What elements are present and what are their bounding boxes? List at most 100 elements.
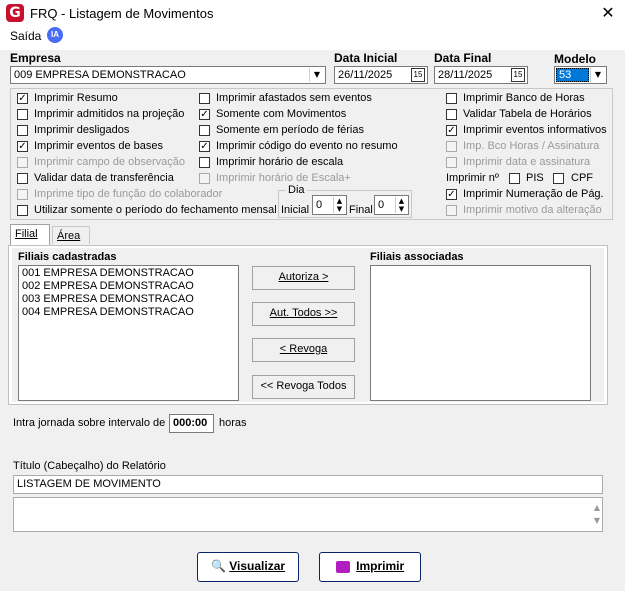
chk-imprimir-afastados[interactable] xyxy=(199,93,210,104)
lbl-cpf: CPF xyxy=(571,172,593,184)
window-title: FRQ - Listagem de Movimentos xyxy=(30,6,214,21)
chevron-down-icon[interactable]: ▼ xyxy=(309,68,324,82)
intrajornada-value: 000:00 xyxy=(173,417,208,429)
titulo-input[interactable]: LISTAGEM DE MOVIMENTO xyxy=(13,475,603,494)
filiais-cadastradas-label: Filiais cadastradas xyxy=(18,251,117,263)
ia-icon[interactable]: IA xyxy=(47,27,63,43)
search-icon: 🔍 xyxy=(210,559,226,573)
scroll-arrows-icon[interactable]: ▲ ▼ xyxy=(594,501,600,527)
chk-imprimir-banco-horas[interactable] xyxy=(446,93,457,104)
chk-validar-tabela-horarios[interactable] xyxy=(446,109,457,120)
titulo-value: LISTAGEM DE MOVIMENTO xyxy=(17,478,161,490)
dia-inicial-label: Inicial xyxy=(281,204,310,216)
chk-somente-movimentos[interactable]: ✓ xyxy=(199,109,210,120)
lbl-imprimir-codigo-evento: Imprimir código do evento no resumo xyxy=(216,140,398,152)
filiais-cadastradas-list[interactable]: 001 EMPRESA DEMONSTRACAO 002 EMPRESA DEM… xyxy=(18,265,239,401)
revoga-todos-label: << Revoga Todos xyxy=(260,380,347,392)
lbl-somente-ferias: Somente em período de férias xyxy=(216,124,364,136)
spin-arrows-icon[interactable]: ▲ ▼ xyxy=(395,197,407,213)
visualizar-button[interactable]: 🔍 Visualizar xyxy=(197,552,299,582)
data-final-field[interactable]: 28/11/2025 15 xyxy=(434,66,528,84)
chevron-down-icon[interactable]: ▼ xyxy=(590,68,605,82)
aut-todos-button[interactable]: Aut. Todos >> xyxy=(252,302,355,326)
lbl-imprimir-motivo-alteracao: Imprimir motivo da alteração xyxy=(463,204,602,216)
lbl-imprimir-afastados: Imprimir afastados sem eventos xyxy=(216,92,372,104)
chk-imprimir-desligados[interactable] xyxy=(17,125,28,136)
titulo-memo[interactable]: ▲ ▼ xyxy=(13,497,603,532)
lbl-imprimir-campo-obs: Imprimir campo de observação xyxy=(34,156,186,168)
printer-icon xyxy=(335,560,350,573)
data-final-value: 28/11/2025 xyxy=(438,69,493,81)
data-final-label: Data Final xyxy=(434,51,492,65)
chk-somente-ferias[interactable] xyxy=(199,125,210,136)
lbl-imprimir-numeracao-pag: Imprimir Numeração de Pág. xyxy=(463,188,604,200)
modelo-select[interactable]: 53 ▼ xyxy=(554,66,607,84)
list-item[interactable]: 001 EMPRESA DEMONSTRACAO xyxy=(22,267,194,279)
lbl-imprimir-horario-escala: Imprimir horário de escala xyxy=(216,156,344,168)
tab-area[interactable]: Área xyxy=(52,226,90,244)
intrajornada-label: Intra jornada sobre intervalo de xyxy=(13,417,166,429)
chk-cpf[interactable] xyxy=(553,173,564,184)
lbl-imprimir-escala-plus: Imprimir horário de Escala+ xyxy=(216,172,351,184)
dia-final-value: 0 xyxy=(378,199,385,211)
chk-imprime-tipo-funcao xyxy=(17,189,28,200)
chk-imprimir-data-assinatura xyxy=(446,157,457,168)
chk-imprimir-horario-escala[interactable] xyxy=(199,157,210,168)
chk-imprimir-numeracao-pag[interactable]: ✓ xyxy=(446,189,457,200)
chk-utilizar-periodo-fechamento[interactable] xyxy=(17,205,28,216)
app-logo-icon: G xyxy=(6,4,24,22)
intrajornada-input[interactable]: 000:00 xyxy=(169,414,214,433)
dia-final-spinner[interactable]: 0 ▲ ▼ xyxy=(374,195,409,215)
dia-final-label: Final xyxy=(349,204,373,216)
chk-validar-transferencia[interactable] xyxy=(17,173,28,184)
close-icon[interactable]: ✕ xyxy=(598,3,618,23)
spin-arrows-icon[interactable]: ▲ ▼ xyxy=(333,197,345,213)
list-item[interactable]: 003 EMPRESA DEMONSTRACAO xyxy=(22,293,194,305)
lbl-imprimir-eventos-informativos: Imprimir eventos informativos xyxy=(463,124,607,136)
autoriza-button[interactable]: Autoriza > xyxy=(252,266,355,290)
imprimir-no-label: Imprimir nº xyxy=(446,172,499,184)
tab-area-label: Área xyxy=(57,230,81,242)
chk-imprimir-eventos-bases[interactable]: ✓ xyxy=(17,141,28,152)
calendar-icon[interactable]: 15 xyxy=(511,68,525,82)
chk-imprimir-codigo-evento[interactable]: ✓ xyxy=(199,141,210,152)
lbl-imprimir-desligados: Imprimir desligados xyxy=(34,124,130,136)
data-inicial-field[interactable]: 26/11/2025 15 xyxy=(334,66,428,84)
chk-imprimir-resumo[interactable]: ✓ xyxy=(17,93,28,104)
lbl-utilizar-periodo-fechamento: Utilizar somente o período do fechamento… xyxy=(34,204,277,216)
lbl-imprime-tipo-funcao: Imprime tipo de função do colaborador xyxy=(34,188,223,200)
lbl-validar-transferencia: Validar data de transferência xyxy=(34,172,174,184)
data-inicial-value: 26/11/2025 xyxy=(338,69,393,81)
filiais-associadas-list[interactable] xyxy=(370,265,591,401)
chk-pis[interactable] xyxy=(509,173,520,184)
chk-imprimir-admitidos[interactable] xyxy=(17,109,28,120)
calendar-icon[interactable]: 15 xyxy=(411,68,425,82)
menu-saida[interactable]: Saída xyxy=(10,29,41,43)
revoga-todos-button[interactable]: << Revoga Todos xyxy=(252,375,355,399)
lbl-somente-movimentos: Somente com Movimentos xyxy=(216,108,347,120)
revoga-label: < Revoga xyxy=(279,343,328,355)
chk-imprimir-motivo-alteracao xyxy=(446,205,457,216)
titulo-label: Título (Cabeçalho) do Relatório xyxy=(13,460,166,472)
dia-inicial-spinner[interactable]: 0 ▲ ▼ xyxy=(312,195,347,215)
tab-filial[interactable]: Filial xyxy=(10,224,50,246)
list-item[interactable]: 002 EMPRESA DEMONSTRACAO xyxy=(22,280,194,292)
modelo-label: Modelo xyxy=(554,52,596,66)
lbl-imprimir-admitidos: Imprimir admitidos na projeção xyxy=(34,108,185,120)
revoga-button[interactable]: < Revoga xyxy=(252,338,355,362)
chk-imprimir-escala-plus xyxy=(199,173,210,184)
data-inicial-label: Data Inicial xyxy=(334,51,398,65)
list-item[interactable]: 004 EMPRESA DEMONSTRACAO xyxy=(22,306,194,318)
autoriza-label: Autoriza > xyxy=(278,271,329,283)
tab-filial-label: Filial xyxy=(15,228,38,240)
empresa-select[interactable]: 009 EMPRESA DEMONSTRACAO ▼ xyxy=(10,66,326,84)
filiais-associadas-label: Filiais associadas xyxy=(370,251,464,263)
imprimir-label: Imprimir xyxy=(356,559,405,573)
visualizar-label: Visualizar xyxy=(229,559,286,573)
lbl-pis: PIS xyxy=(526,172,544,184)
intrajornada-unit: horas xyxy=(219,417,247,429)
imprimir-button[interactable]: Imprimir xyxy=(319,552,421,582)
lbl-imprimir-data-assinatura: Imprimir data e assinatura xyxy=(463,156,591,168)
chk-imprimir-eventos-informativos[interactable]: ✓ xyxy=(446,125,457,136)
lbl-imprimir-eventos-bases: Imprimir eventos de bases xyxy=(34,140,163,152)
